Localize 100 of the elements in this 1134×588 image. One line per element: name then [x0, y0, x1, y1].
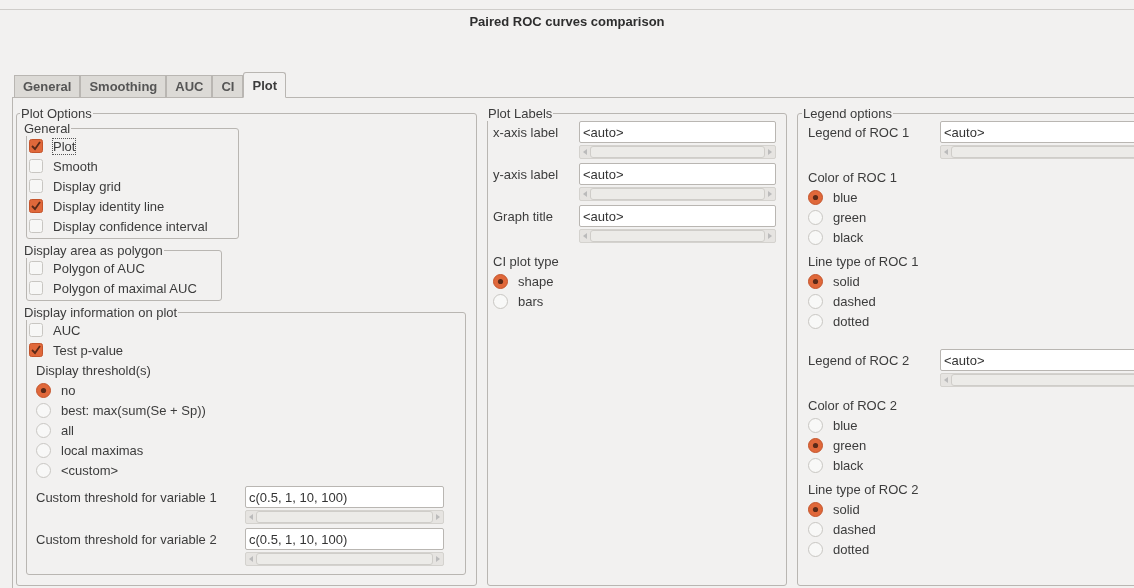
- section-label: CI plot type: [493, 253, 559, 269]
- window-title: Paired ROC curves comparison: [469, 14, 665, 29]
- scroll-left-icon[interactable]: [248, 556, 254, 562]
- checkbox-label[interactable]: Polygon of AUC: [53, 260, 145, 276]
- radio-label[interactable]: dashed: [833, 293, 876, 309]
- scroll-left-icon[interactable]: [582, 191, 588, 197]
- checkbox[interactable]: [29, 281, 43, 295]
- selected-radio-button[interactable]: [808, 437, 823, 453]
- radio-label[interactable]: blue: [833, 417, 858, 433]
- radio-label[interactable]: dotted: [833, 541, 870, 557]
- radio-button[interactable]: [808, 457, 823, 473]
- radio-button[interactable]: [36, 462, 51, 478]
- selected-radio-button[interactable]: [808, 501, 823, 517]
- radio-label[interactable]: dashed: [833, 521, 876, 537]
- text-field[interactable]: c(0.5, 1, 10, 100): [245, 528, 444, 550]
- field-label: Legend of ROC 1: [808, 123, 911, 142]
- scroll-left-icon[interactable]: [582, 149, 588, 155]
- radio-label[interactable]: solid: [833, 501, 860, 517]
- selected-radio-button[interactable]: [493, 273, 508, 289]
- radio-button[interactable]: [36, 442, 51, 458]
- field-label: x-axis label: [493, 123, 560, 142]
- tab[interactable]: General: [14, 75, 81, 98]
- section-label: Color of ROC 2: [808, 397, 897, 413]
- radio-label[interactable]: black: [833, 229, 864, 245]
- radio-label[interactable]: all: [61, 422, 74, 438]
- checkbox[interactable]: [29, 261, 43, 275]
- horizontal-scrollbar[interactable]: [940, 373, 1134, 387]
- radio-button[interactable]: [808, 521, 823, 537]
- checkbox[interactable]: [29, 219, 43, 233]
- scroll-left-icon[interactable]: [943, 149, 949, 155]
- text-field[interactable]: c(0.5, 1, 10, 100): [245, 486, 444, 508]
- section-label: Display threshold(s): [36, 362, 151, 378]
- radio-button[interactable]: [808, 313, 823, 329]
- text-field[interactable]: <auto>: [579, 121, 776, 143]
- radio-label[interactable]: shape: [518, 273, 554, 289]
- scroll-right-icon[interactable]: [767, 149, 773, 155]
- checkbox-label[interactable]: Display grid: [53, 178, 121, 194]
- checkbox-label[interactable]: Smooth: [53, 158, 98, 174]
- text-field[interactable]: <auto>: [940, 349, 1134, 371]
- checkbox-label[interactable]: Test p-value: [53, 342, 124, 358]
- selected-radio-button[interactable]: [36, 382, 51, 398]
- checkbox[interactable]: [29, 159, 43, 173]
- scroll-left-icon[interactable]: [248, 514, 254, 520]
- group-title: Display information on plot: [23, 305, 179, 320]
- radio-label[interactable]: blue: [833, 189, 858, 205]
- scroll-left-icon[interactable]: [582, 233, 588, 239]
- radio-label[interactable]: green: [833, 437, 867, 453]
- tab[interactable]: Smoothing: [80, 75, 167, 98]
- tab[interactable]: Plot: [243, 72, 287, 98]
- scroll-left-icon[interactable]: [943, 377, 949, 383]
- horizontal-scrollbar[interactable]: [579, 145, 776, 159]
- section-label: Line type of ROC 1: [808, 253, 919, 269]
- checked-checkbox[interactable]: [29, 139, 43, 153]
- scroll-right-icon[interactable]: [767, 191, 773, 197]
- radio-button[interactable]: [808, 293, 823, 309]
- radio-label[interactable]: black: [833, 457, 864, 473]
- checkbox[interactable]: [29, 323, 43, 337]
- radio-button[interactable]: [808, 541, 823, 557]
- radio-label[interactable]: dotted: [833, 313, 870, 329]
- tab[interactable]: AUC: [166, 75, 213, 98]
- text-field[interactable]: <auto>: [940, 121, 1134, 143]
- checkbox-label[interactable]: AUC: [53, 322, 81, 338]
- radio-label[interactable]: solid: [833, 273, 860, 289]
- checkbox-label[interactable]: Display identity line: [53, 198, 165, 214]
- horizontal-scrollbar[interactable]: [245, 510, 444, 524]
- checkbox-label[interactable]: Display confidence interval: [53, 218, 208, 234]
- radio-button[interactable]: [808, 417, 823, 433]
- section-label: Line type of ROC 2: [808, 481, 919, 497]
- radio-label[interactable]: best: max(sum(Se + Sp)): [61, 402, 206, 418]
- selected-radio-button[interactable]: [808, 189, 823, 205]
- radio-label[interactable]: green: [833, 209, 867, 225]
- horizontal-scrollbar[interactable]: [579, 187, 776, 201]
- checked-checkbox[interactable]: [29, 343, 43, 357]
- scroll-right-icon[interactable]: [767, 233, 773, 239]
- radio-button[interactable]: [808, 229, 823, 245]
- text-field[interactable]: <auto>: [579, 205, 776, 227]
- checked-checkbox[interactable]: [29, 199, 43, 213]
- selected-radio-button[interactable]: [808, 273, 823, 289]
- scroll-right-icon[interactable]: [435, 514, 441, 520]
- checkbox[interactable]: [29, 179, 43, 193]
- checkbox-label[interactable]: Polygon of maximal AUC: [53, 280, 197, 296]
- radio-button[interactable]: [36, 402, 51, 418]
- radio-label[interactable]: <custom>: [61, 462, 119, 478]
- tab[interactable]: CI: [212, 75, 244, 98]
- group-title: Plot Labels: [487, 106, 554, 121]
- scroll-right-icon[interactable]: [435, 556, 441, 562]
- text-field[interactable]: <auto>: [579, 163, 776, 185]
- horizontal-scrollbar[interactable]: [245, 552, 444, 566]
- horizontal-scrollbar[interactable]: [579, 229, 776, 243]
- checkbox-label[interactable]: Plot: [53, 138, 76, 154]
- radio-label[interactable]: local maximas: [61, 442, 144, 458]
- radio-button[interactable]: [36, 422, 51, 438]
- radio-label[interactable]: no: [61, 382, 76, 398]
- radio-button[interactable]: [493, 293, 508, 309]
- group-title: Plot Options: [20, 106, 93, 121]
- radio-label[interactable]: bars: [518, 293, 544, 309]
- group-title: Legend options: [802, 106, 893, 121]
- horizontal-scrollbar[interactable]: [940, 145, 1134, 159]
- field-label: y-axis label: [493, 165, 560, 184]
- radio-button[interactable]: [808, 209, 823, 225]
